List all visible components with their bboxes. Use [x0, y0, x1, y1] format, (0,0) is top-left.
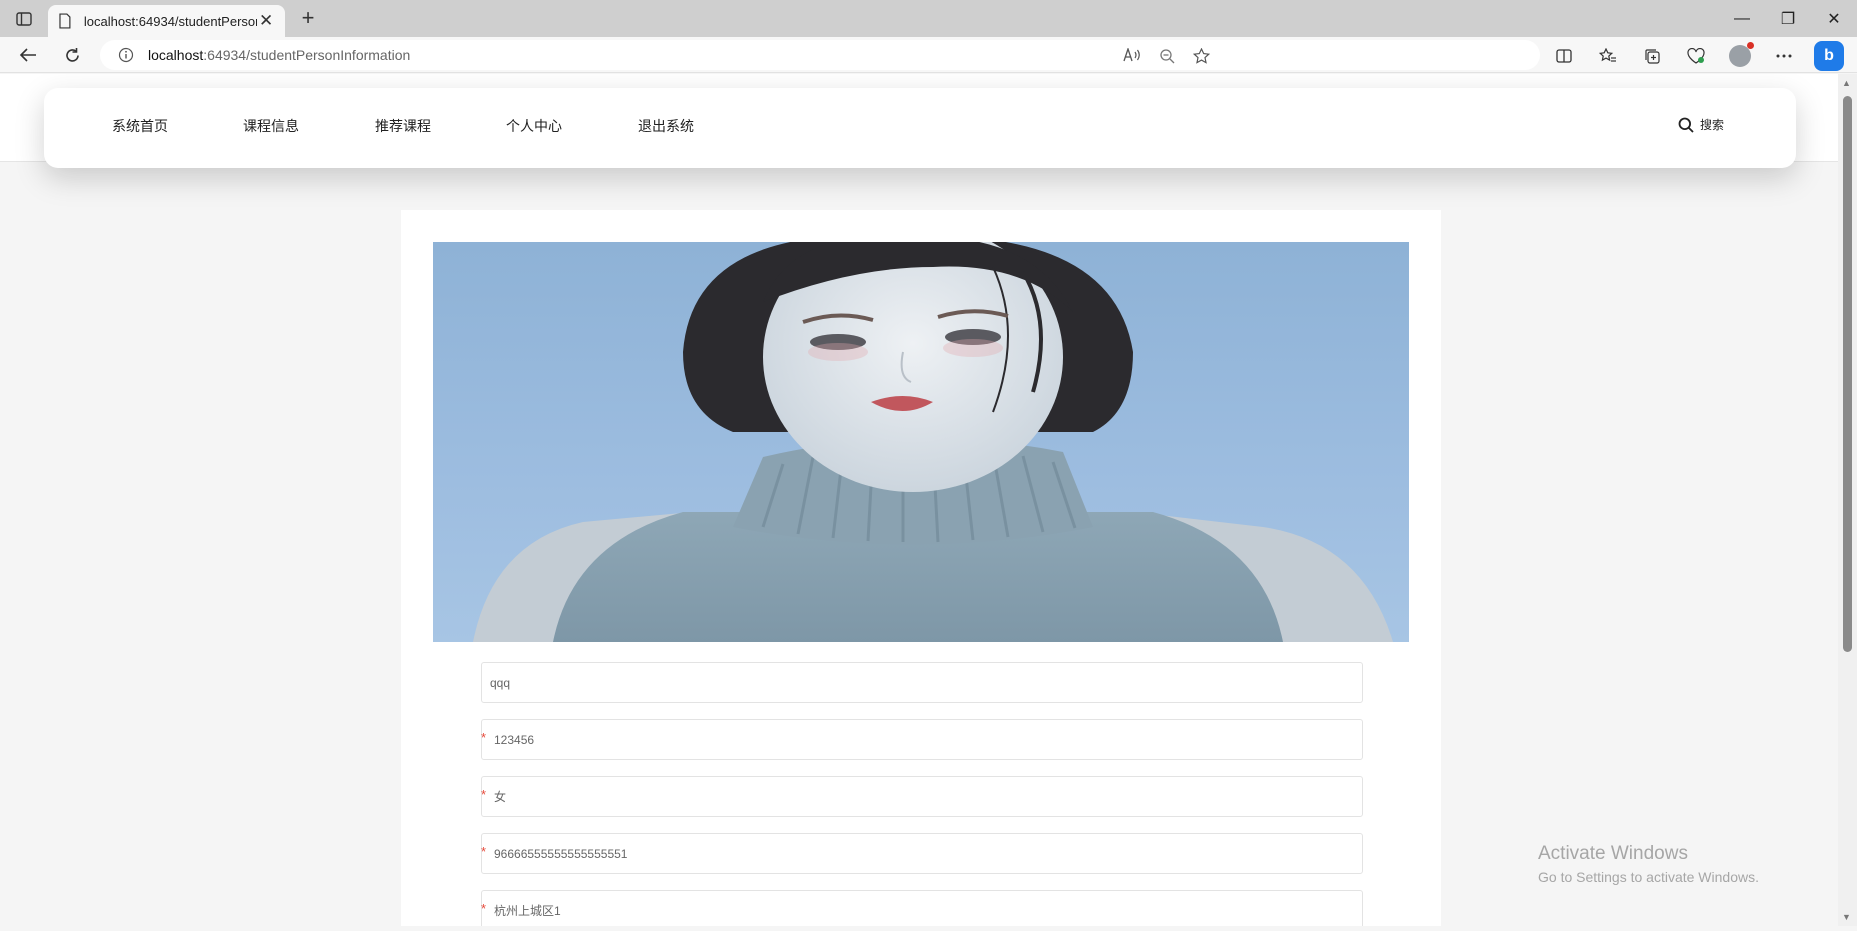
site-info-icon[interactable]	[118, 47, 134, 63]
password-value: 123456	[494, 732, 535, 747]
browser-tab[interactable]: localhost:64934/studentPersonIn ✕	[48, 5, 285, 37]
browser-essentials-icon[interactable]	[1682, 42, 1710, 70]
search-button[interactable]: 搜索	[1678, 116, 1724, 133]
back-icon[interactable]	[14, 41, 42, 69]
nav-item-recommended-courses[interactable]: 推荐课程	[375, 116, 431, 136]
refresh-icon[interactable]	[58, 41, 86, 69]
favorites-icon[interactable]	[1594, 42, 1622, 70]
favorite-star-icon[interactable]	[1192, 47, 1211, 69]
more-options-icon[interactable]	[1770, 42, 1798, 70]
required-marker: *	[481, 787, 487, 802]
profile-photo	[433, 242, 1409, 642]
profile-card: qqq * 123456 * 女 * 96666555555555555551 …	[401, 210, 1441, 926]
top-navigation: 系统首页 课程信息 推荐课程 个人中心 退出系统 搜索	[44, 88, 1796, 168]
url-field[interactable]: localhost:64934/studentPersonInformation	[100, 40, 1540, 70]
required-marker: *	[481, 844, 487, 859]
url-text: localhost:64934/studentPersonInformation	[148, 47, 410, 63]
nav-item-personal-center[interactable]: 个人中心	[506, 116, 562, 136]
split-screen-icon[interactable]	[1550, 42, 1578, 70]
nav-item-home[interactable]: 系统首页	[112, 116, 168, 136]
gender-field[interactable]: * 女	[481, 776, 1363, 817]
vertical-scrollbar[interactable]: ▲ ▼	[1838, 74, 1857, 926]
page-viewport: 系统首页 课程信息 推荐课程 个人中心 退出系统 搜索 qqq * 123456…	[0, 74, 1838, 926]
scroll-up-icon[interactable]: ▲	[1842, 78, 1851, 88]
close-tab-icon[interactable]: ✕	[257, 11, 275, 31]
copilot-icon[interactable]: b	[1814, 41, 1844, 71]
scroll-thumb[interactable]	[1843, 96, 1852, 652]
required-marker: *	[481, 901, 487, 916]
tab-title: localhost:64934/studentPersonIn	[83, 13, 258, 29]
windows-activation-watermark: Activate Windows Go to Settings to activ…	[1538, 843, 1759, 885]
nav-item-course-info[interactable]: 课程信息	[243, 116, 299, 136]
username-value: qqq	[490, 675, 511, 690]
profile-icon[interactable]	[1726, 42, 1754, 70]
username-field[interactable]: qqq	[481, 662, 1363, 703]
gender-value: 女	[494, 790, 507, 804]
address-value: 杭州上城区1	[494, 904, 561, 918]
phone-field[interactable]: * 96666555555555555551	[481, 833, 1363, 874]
nav-item-logout[interactable]: 退出系统	[638, 116, 694, 136]
url-host: localhost	[148, 47, 204, 63]
address-bar-row: localhost:64934/studentPersonInformation…	[0, 37, 1857, 73]
url-path: :64934/studentPersonInformation	[203, 47, 411, 63]
collections-icon[interactable]	[1638, 42, 1666, 70]
close-window-button[interactable]: ✕	[1811, 0, 1857, 37]
search-label: 搜索	[1699, 118, 1724, 132]
scroll-down-icon[interactable]: ▼	[1842, 912, 1851, 922]
watermark-title: Activate Windows	[1538, 843, 1688, 864]
window-controls: — ❐ ✕	[1719, 0, 1857, 37]
watermark-subtitle: Go to Settings to activate Windows.	[1538, 869, 1759, 885]
page-icon	[59, 13, 71, 29]
minimize-button[interactable]: —	[1719, 0, 1765, 37]
new-tab-button[interactable]: +	[296, 7, 320, 31]
tab-actions-icon[interactable]	[10, 6, 38, 32]
required-marker: *	[481, 730, 487, 745]
read-aloud-icon[interactable]	[1123, 46, 1141, 69]
restore-button[interactable]: ❐	[1765, 0, 1811, 37]
zoom-out-icon[interactable]	[1159, 48, 1175, 69]
address-field[interactable]: * 杭州上城区1	[481, 890, 1363, 926]
password-field[interactable]: * 123456	[481, 719, 1363, 760]
search-icon	[1678, 117, 1694, 133]
phone-value: 96666555555555555551	[494, 846, 628, 861]
tab-strip: localhost:64934/studentPersonIn ✕ + — ❐ …	[0, 0, 1857, 37]
